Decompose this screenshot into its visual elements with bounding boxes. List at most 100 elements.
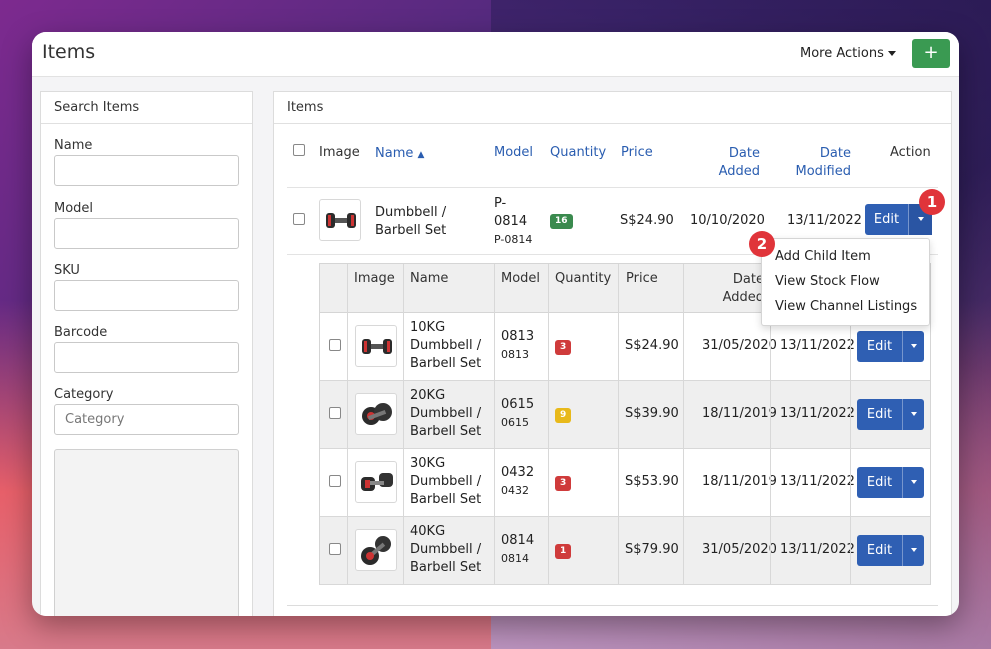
add-item-button[interactable]: + <box>912 39 950 68</box>
quantity-badge: 3 <box>555 476 572 491</box>
child-thumbnail <box>355 325 397 367</box>
model-label: Model <box>54 201 94 216</box>
edit-dropdown-toggle[interactable] <box>903 535 924 566</box>
child-thumbnail <box>355 529 397 571</box>
col-date-added[interactable]: Date Added <box>694 145 760 181</box>
caret-down-icon <box>910 480 917 484</box>
category-list[interactable] <box>54 449 239 616</box>
dumbbell-image <box>326 213 356 228</box>
child-name-line2: Dumbbell / <box>410 406 482 421</box>
col-price[interactable]: Price <box>621 145 653 160</box>
col-model[interactable]: Model <box>494 145 533 160</box>
child-name-line2: Dumbbell / <box>410 542 482 557</box>
child-name-line3: Barbell Set <box>410 424 482 439</box>
child-col-image: Image <box>354 271 395 286</box>
col-quantity[interactable]: Quantity <box>550 145 606 160</box>
select-all-checkbox[interactable] <box>293 144 305 156</box>
page-title: Items <box>42 41 96 63</box>
child-model: 0814 0814 <box>501 532 534 568</box>
col-divider <box>618 264 619 584</box>
child-name-line1: 40KG <box>410 524 446 539</box>
sku-input[interactable] <box>54 280 239 311</box>
name-input[interactable] <box>54 155 239 186</box>
search-panel: Search Items Name Model SKU Barcode Cate… <box>40 91 253 616</box>
col-divider <box>548 264 549 584</box>
child-name: 10KG Dumbbell / Barbell Set <box>410 319 481 373</box>
child-name: 40KG Dumbbell / Barbell Set <box>410 523 481 577</box>
child-model: 0432 0432 <box>501 464 534 500</box>
dumbbell-image <box>361 536 391 565</box>
app-window: Items More Actions + Search Items Name M… <box>32 32 959 616</box>
product-thumbnail <box>319 199 361 241</box>
child-row-checkbox[interactable] <box>329 543 341 555</box>
dumbbell-image <box>362 403 392 425</box>
child-thumbnail <box>355 461 397 503</box>
col-date-modified-line1: Date <box>819 146 851 161</box>
edit-button[interactable]: Edit <box>865 204 908 235</box>
child-row-checkbox[interactable] <box>329 407 341 419</box>
child-model: 0813 0813 <box>501 328 534 364</box>
quantity-badge: 16 <box>550 214 573 229</box>
child-col-date-line2: Added <box>722 290 764 305</box>
quantity-badge: 1 <box>555 544 572 559</box>
parent-name-line1: Dumbbell / <box>375 205 447 220</box>
parent-sku: P-0814 <box>494 233 533 246</box>
col-name: Name <box>375 146 414 161</box>
child-model-value: 0814 <box>501 533 535 548</box>
child-edit-split-button: Edit <box>857 399 924 430</box>
child-edit-split-button: Edit <box>857 331 924 362</box>
child-price: S$24.90 <box>625 338 679 353</box>
menu-item-add-child[interactable]: Add Child Item <box>775 249 871 264</box>
child-sku: 0813 <box>501 348 529 361</box>
child-name: 30KG Dumbbell / Barbell Set <box>410 455 481 509</box>
category-input[interactable] <box>54 404 239 435</box>
edit-dropdown-toggle[interactable] <box>903 467 924 498</box>
col-image: Image <box>319 145 360 160</box>
child-sku: 0615 <box>501 416 529 429</box>
items-panel: Items Image Name ▲ Model Quantity Price … <box>273 91 952 616</box>
table-bottom-divider <box>287 605 938 606</box>
child-name-line3: Barbell Set <box>410 560 482 575</box>
menu-item-channel-listings[interactable]: View Channel Listings <box>775 299 917 314</box>
child-date-modified: 13/11/2022 <box>780 474 855 489</box>
child-name-line2: Dumbbell / <box>410 474 482 489</box>
edit-button[interactable]: Edit <box>857 467 902 498</box>
edit-button[interactable]: Edit <box>857 399 902 430</box>
child-model: 0615 0615 <box>501 396 534 432</box>
child-edit-split-button: Edit <box>857 535 924 566</box>
parent-name: Dumbbell / Barbell Set <box>375 204 446 240</box>
child-row: 40KG Dumbbell / Barbell Set 0814 0814 1 … <box>320 517 930 585</box>
quantity-badge: 9 <box>555 408 572 423</box>
edit-dropdown-toggle[interactable] <box>903 399 924 430</box>
dumbbell-image <box>361 473 393 491</box>
child-name-line1: 20KG <box>410 388 446 403</box>
col-date-modified[interactable]: Date Modified <box>779 145 851 181</box>
col-name-sort[interactable]: Name ▲ <box>375 146 424 161</box>
child-col-name: Name <box>410 271 449 286</box>
step-marker-1: 1 <box>919 189 945 215</box>
parent-name-line2: Barbell Set <box>375 223 447 238</box>
menu-item-stock-flow[interactable]: View Stock Flow <box>775 274 880 289</box>
col-date-modified-line2: Modified <box>795 164 851 179</box>
model-input[interactable] <box>54 218 239 249</box>
edit-dropdown-toggle[interactable] <box>903 331 924 362</box>
child-date-modified: 13/11/2022 <box>780 542 855 557</box>
more-actions-button[interactable]: More Actions <box>800 46 896 61</box>
barcode-input[interactable] <box>54 342 239 373</box>
child-name-line3: Barbell Set <box>410 492 482 507</box>
parent-price: S$24.90 <box>620 213 674 228</box>
child-name: 20KG Dumbbell / Barbell Set <box>410 387 481 441</box>
child-date-added: 31/05/2020 <box>702 338 777 353</box>
col-action: Action <box>890 145 931 160</box>
child-name-line1: 30KG <box>410 456 446 471</box>
child-model-value: 0813 <box>501 329 535 344</box>
child-row-checkbox[interactable] <box>329 339 341 351</box>
child-col-date-added: Date Added <box>690 271 764 307</box>
row-checkbox[interactable] <box>293 213 305 225</box>
parent-date-added: 10/10/2020 <box>690 213 765 228</box>
edit-button[interactable]: Edit <box>857 535 902 566</box>
child-row-checkbox[interactable] <box>329 475 341 487</box>
col-date-added-line1: Date <box>728 146 760 161</box>
parent-model: P- 0814 P-0814 <box>494 195 532 249</box>
edit-button[interactable]: Edit <box>857 331 902 362</box>
